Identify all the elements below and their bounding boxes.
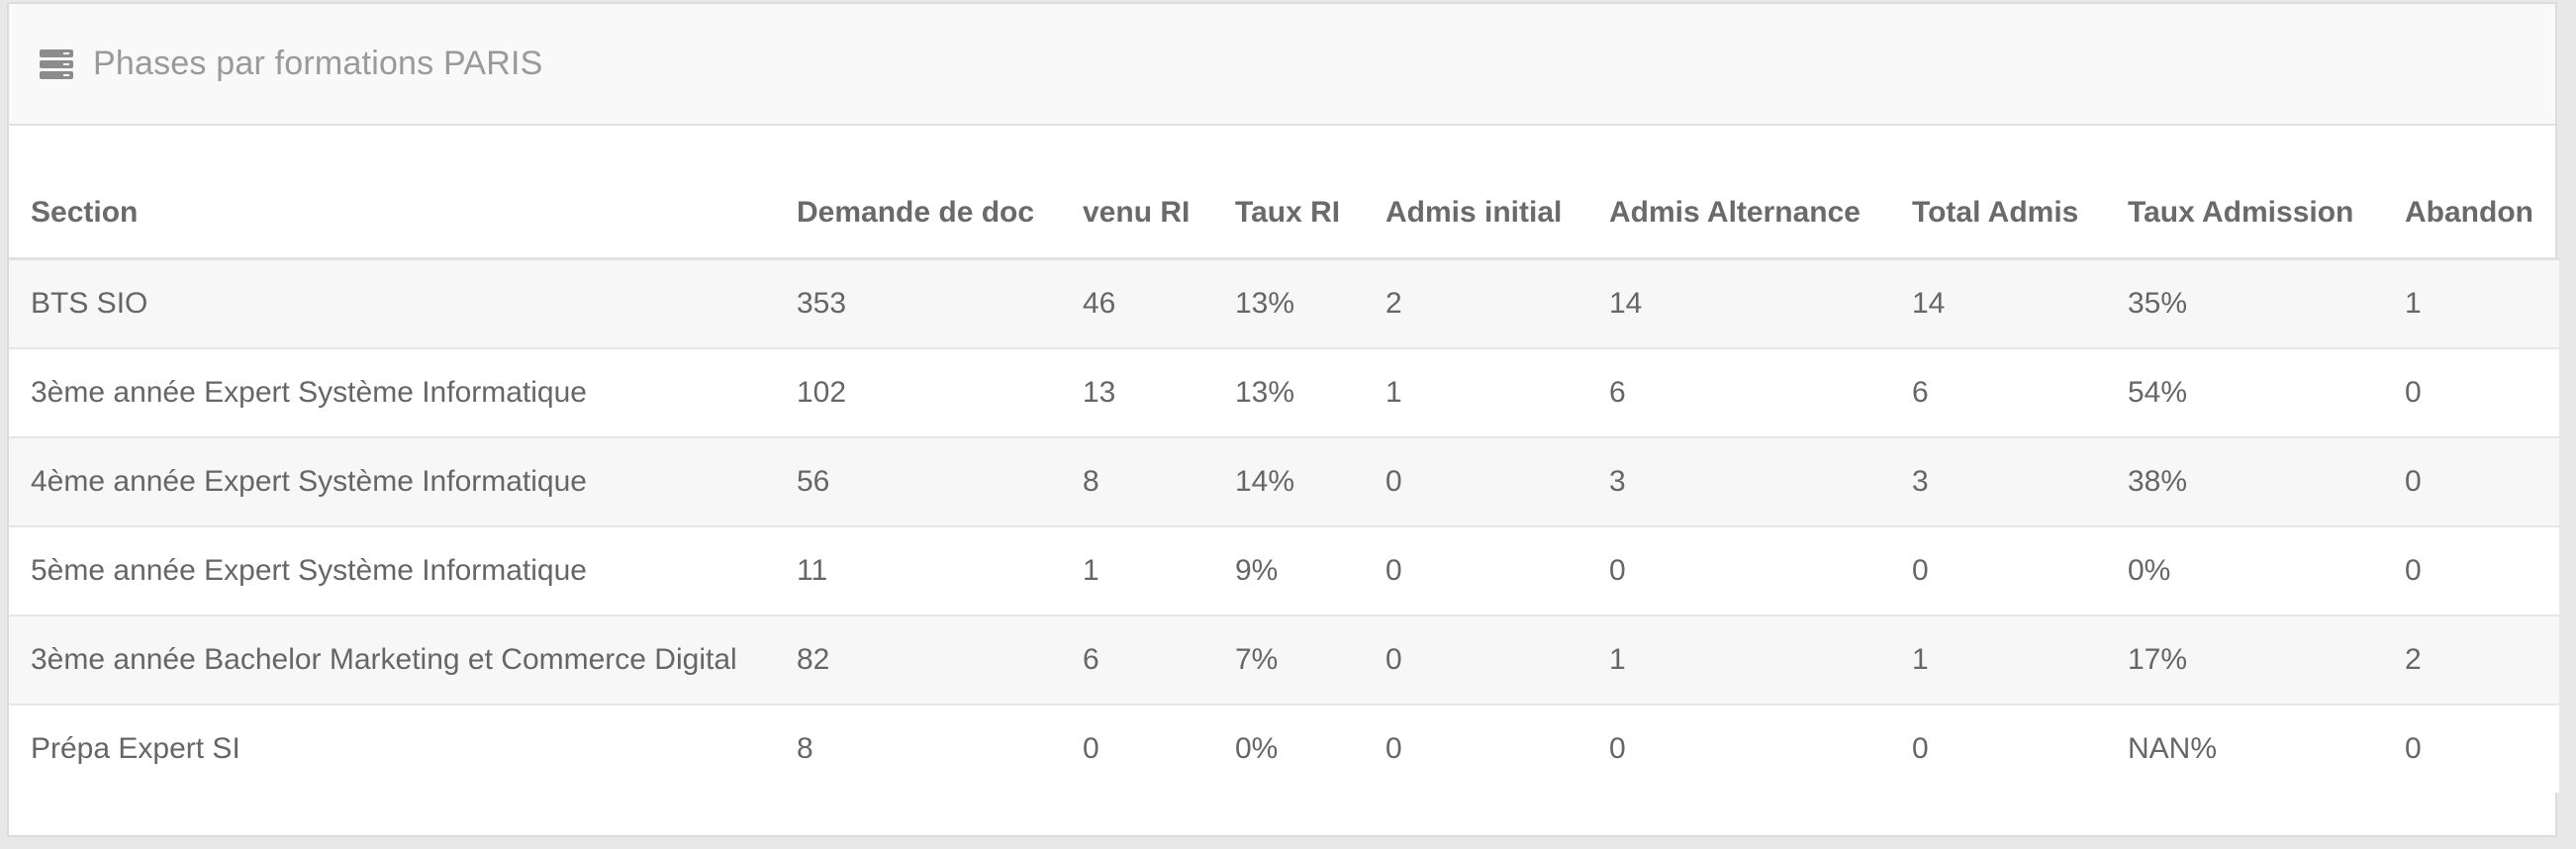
col-admis-initial-cell: 0 <box>1364 436 1587 527</box>
col-section-cell: 3ème année Expert Système Informatique <box>9 347 775 438</box>
col-demande-doc-cell: 82 <box>775 614 1061 706</box>
col-venu-ri-cell: 6 <box>1061 614 1213 706</box>
col-section-cell: 4ème année Expert Système Informatique <box>9 436 775 527</box>
col-abandon-cell: 1 <box>2383 258 2559 349</box>
col-demande-doc-cell: 353 <box>775 258 1061 349</box>
table-row: 5ème année Expert Système Informatique 11… <box>9 525 2559 616</box>
col-demande-doc-cell: 102 <box>775 347 1061 438</box>
col-total-admis-cell: 0 <box>1912 731 1929 765</box>
col-abandon-cell: 2 <box>2383 614 2559 706</box>
col-taux-ri-cell: 14% <box>1213 436 1364 527</box>
table-body: BTS SIO 353 46 13% 2 14 14 35% 1 3ème année Exper… <box>9 258 2559 793</box>
col-total-admis-cell: 0 <box>1890 525 2106 616</box>
col-venu-ri-header: venu RI <box>1061 126 1213 260</box>
panel-heading: Phases par formations PARIS <box>9 4 2555 126</box>
col-abandon-header: Abandon <box>2383 126 2559 260</box>
col-venu-ri-cell: 13 <box>1061 347 1213 438</box>
col-section-cell: BTS SIO <box>9 258 775 349</box>
col-taux-admission-cell: 35% <box>2106 258 2383 349</box>
col-admis-initial-header: Admis initial <box>1364 126 1587 260</box>
col-taux-ri-cell: 7% <box>1213 614 1364 706</box>
col-admis-initial-cell: 0 <box>1364 525 1587 616</box>
col-admis-initial-cell: 0 <box>1385 731 1402 765</box>
col-abandon-cell: 0 <box>2405 731 2422 765</box>
col-demande-doc-header: Demande de doc <box>775 126 1061 260</box>
col-taux-ri-cell: 9% <box>1213 525 1364 616</box>
col-taux-admission-cell: 17% <box>2106 614 2383 706</box>
col-admis-alternance-header: Admis Alternance <box>1587 126 1890 260</box>
col-admis-alternance-cell: 1 <box>1587 614 1890 706</box>
col-admis-alternance-cell: 0 <box>1609 731 1626 765</box>
col-total-admis-cell: 1 <box>1890 614 2106 706</box>
col-admis-alternance-cell: 6 <box>1587 347 1890 438</box>
header-row: Section Demande de doc venu RI Taux RI Admis… <box>9 126 2559 260</box>
col-abandon-cell: 0 <box>2383 525 2559 616</box>
col-venu-ri-cell: 0 <box>1083 731 1099 765</box>
col-admis-initial-cell: 1 <box>1364 347 1587 438</box>
col-demande-doc-cell: 11 <box>775 525 1061 616</box>
col-total-admis-cell: 3 <box>1890 436 2106 527</box>
col-total-admis-cell: 14 <box>1890 258 2106 349</box>
col-total-admis-cell: 6 <box>1890 347 2106 438</box>
table-row: 3ème année Expert Système Informatique 10… <box>9 347 2559 438</box>
panel-title: Phases par formations PARIS <box>93 45 543 82</box>
col-taux-ri-cell: 13% <box>1213 347 1364 438</box>
col-admis-alternance-cell: 0 <box>1587 525 1890 616</box>
table-row: Prépa Expert SI 8 0 0% 0 0 0 NAN% 0 <box>9 704 2559 793</box>
table-row: 4ème année Expert Système Informatique 56… <box>9 436 2559 527</box>
col-taux-admission-cell: NAN% <box>2128 731 2218 765</box>
col-taux-ri-cell: 13% <box>1213 258 1364 349</box>
col-total-admis-header: Total Admis <box>1890 126 2106 260</box>
col-abandon-cell: 0 <box>2383 347 2559 438</box>
col-admis-alternance-cell: 14 <box>1587 258 1890 349</box>
col-admis-alternance-cell: 3 <box>1587 436 1890 527</box>
col-section-cell: 5ème année Expert Système Informatique <box>9 525 775 616</box>
col-taux-admission-cell: 0% <box>2106 525 2383 616</box>
server-icon <box>40 48 73 80</box>
col-abandon-cell: 0 <box>2383 436 2559 527</box>
col-section-cell: Prépa Expert SI <box>31 731 240 765</box>
table-row: BTS SIO 353 46 13% 2 14 14 35% 1 <box>9 258 2559 349</box>
col-taux-admission-cell: 54% <box>2106 347 2383 438</box>
col-venu-ri-cell: 8 <box>1061 436 1213 527</box>
phases-panel: Phases par formations PARIS Section Deman… <box>7 2 2559 837</box>
col-admis-initial-cell: 2 <box>1364 258 1587 349</box>
col-taux-admission-cell: 38% <box>2106 436 2383 527</box>
col-taux-ri-cell: 0% <box>1235 731 1279 765</box>
col-taux-admission-header: Taux Admission <box>2106 126 2383 260</box>
col-section-header: Section <box>9 126 775 260</box>
col-venu-ri-cell: 46 <box>1061 258 1213 349</box>
col-section-cell: 3ème année Bachelor Marketing et Commerc… <box>9 614 775 706</box>
col-demande-doc-cell: 56 <box>775 436 1061 527</box>
table-row: 3ème année Bachelor Marketing et Commerc… <box>9 614 2559 706</box>
col-taux-ri-header: Taux RI <box>1213 126 1364 260</box>
col-venu-ri-cell: 1 <box>1061 525 1213 616</box>
table-header: Section Demande de doc venu RI Taux RI Admis… <box>9 126 2559 260</box>
phases-table: Section Demande de doc venu RI Taux RI Admis… <box>9 126 2559 793</box>
col-admis-initial-cell: 0 <box>1364 614 1587 706</box>
col-demande-doc-cell: 8 <box>797 731 813 765</box>
